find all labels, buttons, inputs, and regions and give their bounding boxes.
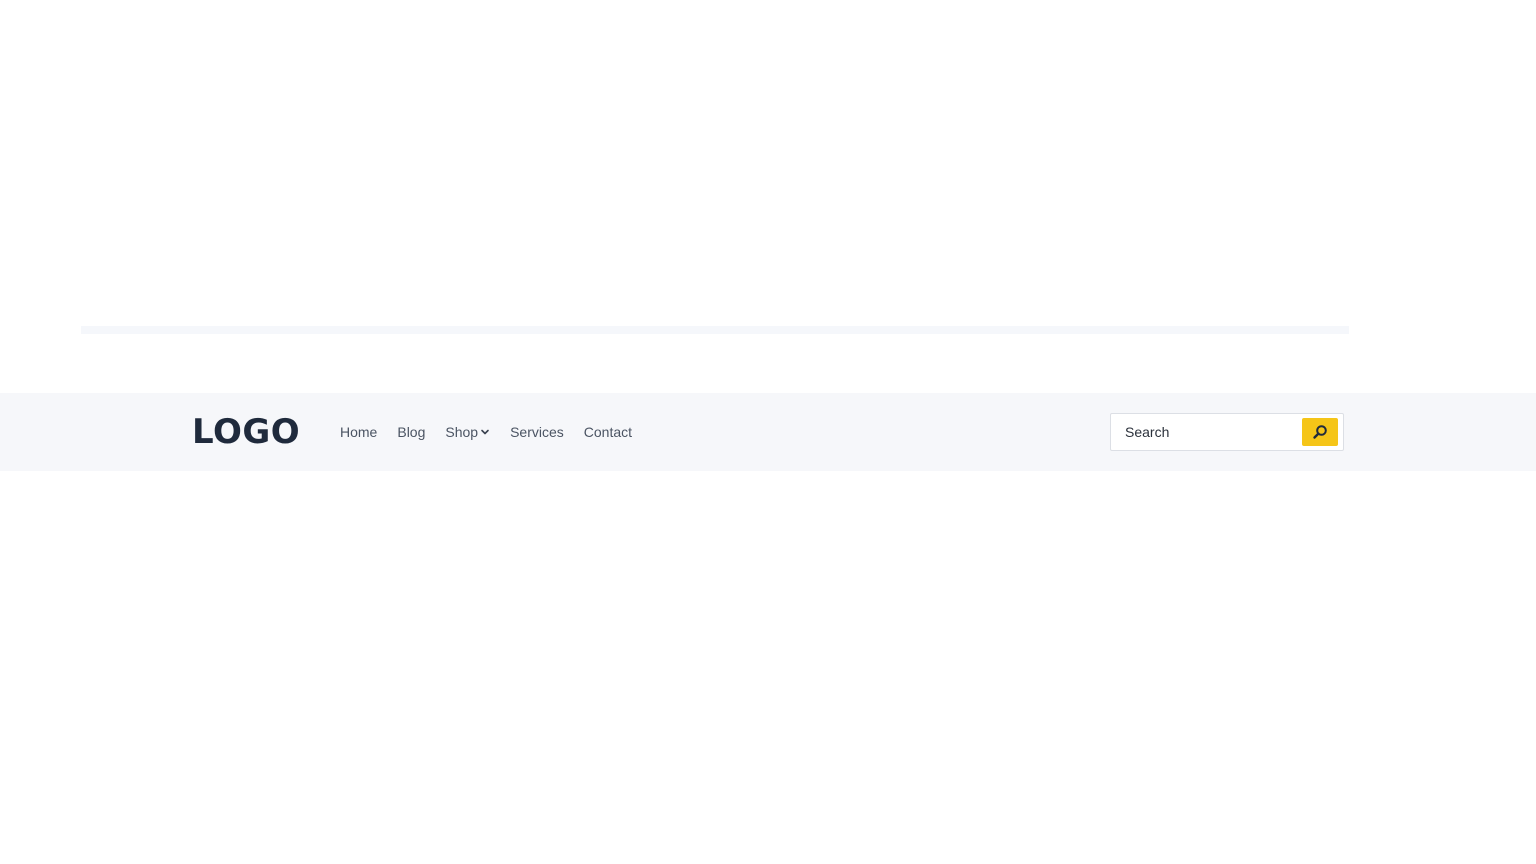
logo[interactable]: LOGO <box>192 412 300 452</box>
nav-item-blog[interactable]: Blog <box>397 424 425 440</box>
search-box <box>1110 413 1344 451</box>
site-header: LOGO Home Blog Shop Services Contact <box>0 393 1536 471</box>
search-icon <box>1313 425 1327 439</box>
nav-item-label: Shop <box>445 424 479 440</box>
nav-item-contact[interactable]: Contact <box>584 424 632 440</box>
divider-bar <box>81 326 1349 334</box>
nav-item-label: Home <box>340 424 378 440</box>
nav-item-services[interactable]: Services <box>510 424 564 440</box>
nav-item-label: Contact <box>583 424 633 440</box>
nav-item-label: Blog <box>397 424 426 440</box>
nav-item-shop[interactable]: Shop <box>445 424 490 440</box>
page: LOGO Home Blog Shop Services Contact <box>0 0 1536 864</box>
nav-item-home[interactable]: Home <box>340 424 377 440</box>
main-nav: Home Blog Shop Services Contact <box>340 422 632 442</box>
search-button[interactable] <box>1302 418 1338 446</box>
search-input[interactable] <box>1125 414 1295 450</box>
nav-item-label: Services <box>510 424 564 440</box>
chevron-down-icon <box>481 429 489 435</box>
